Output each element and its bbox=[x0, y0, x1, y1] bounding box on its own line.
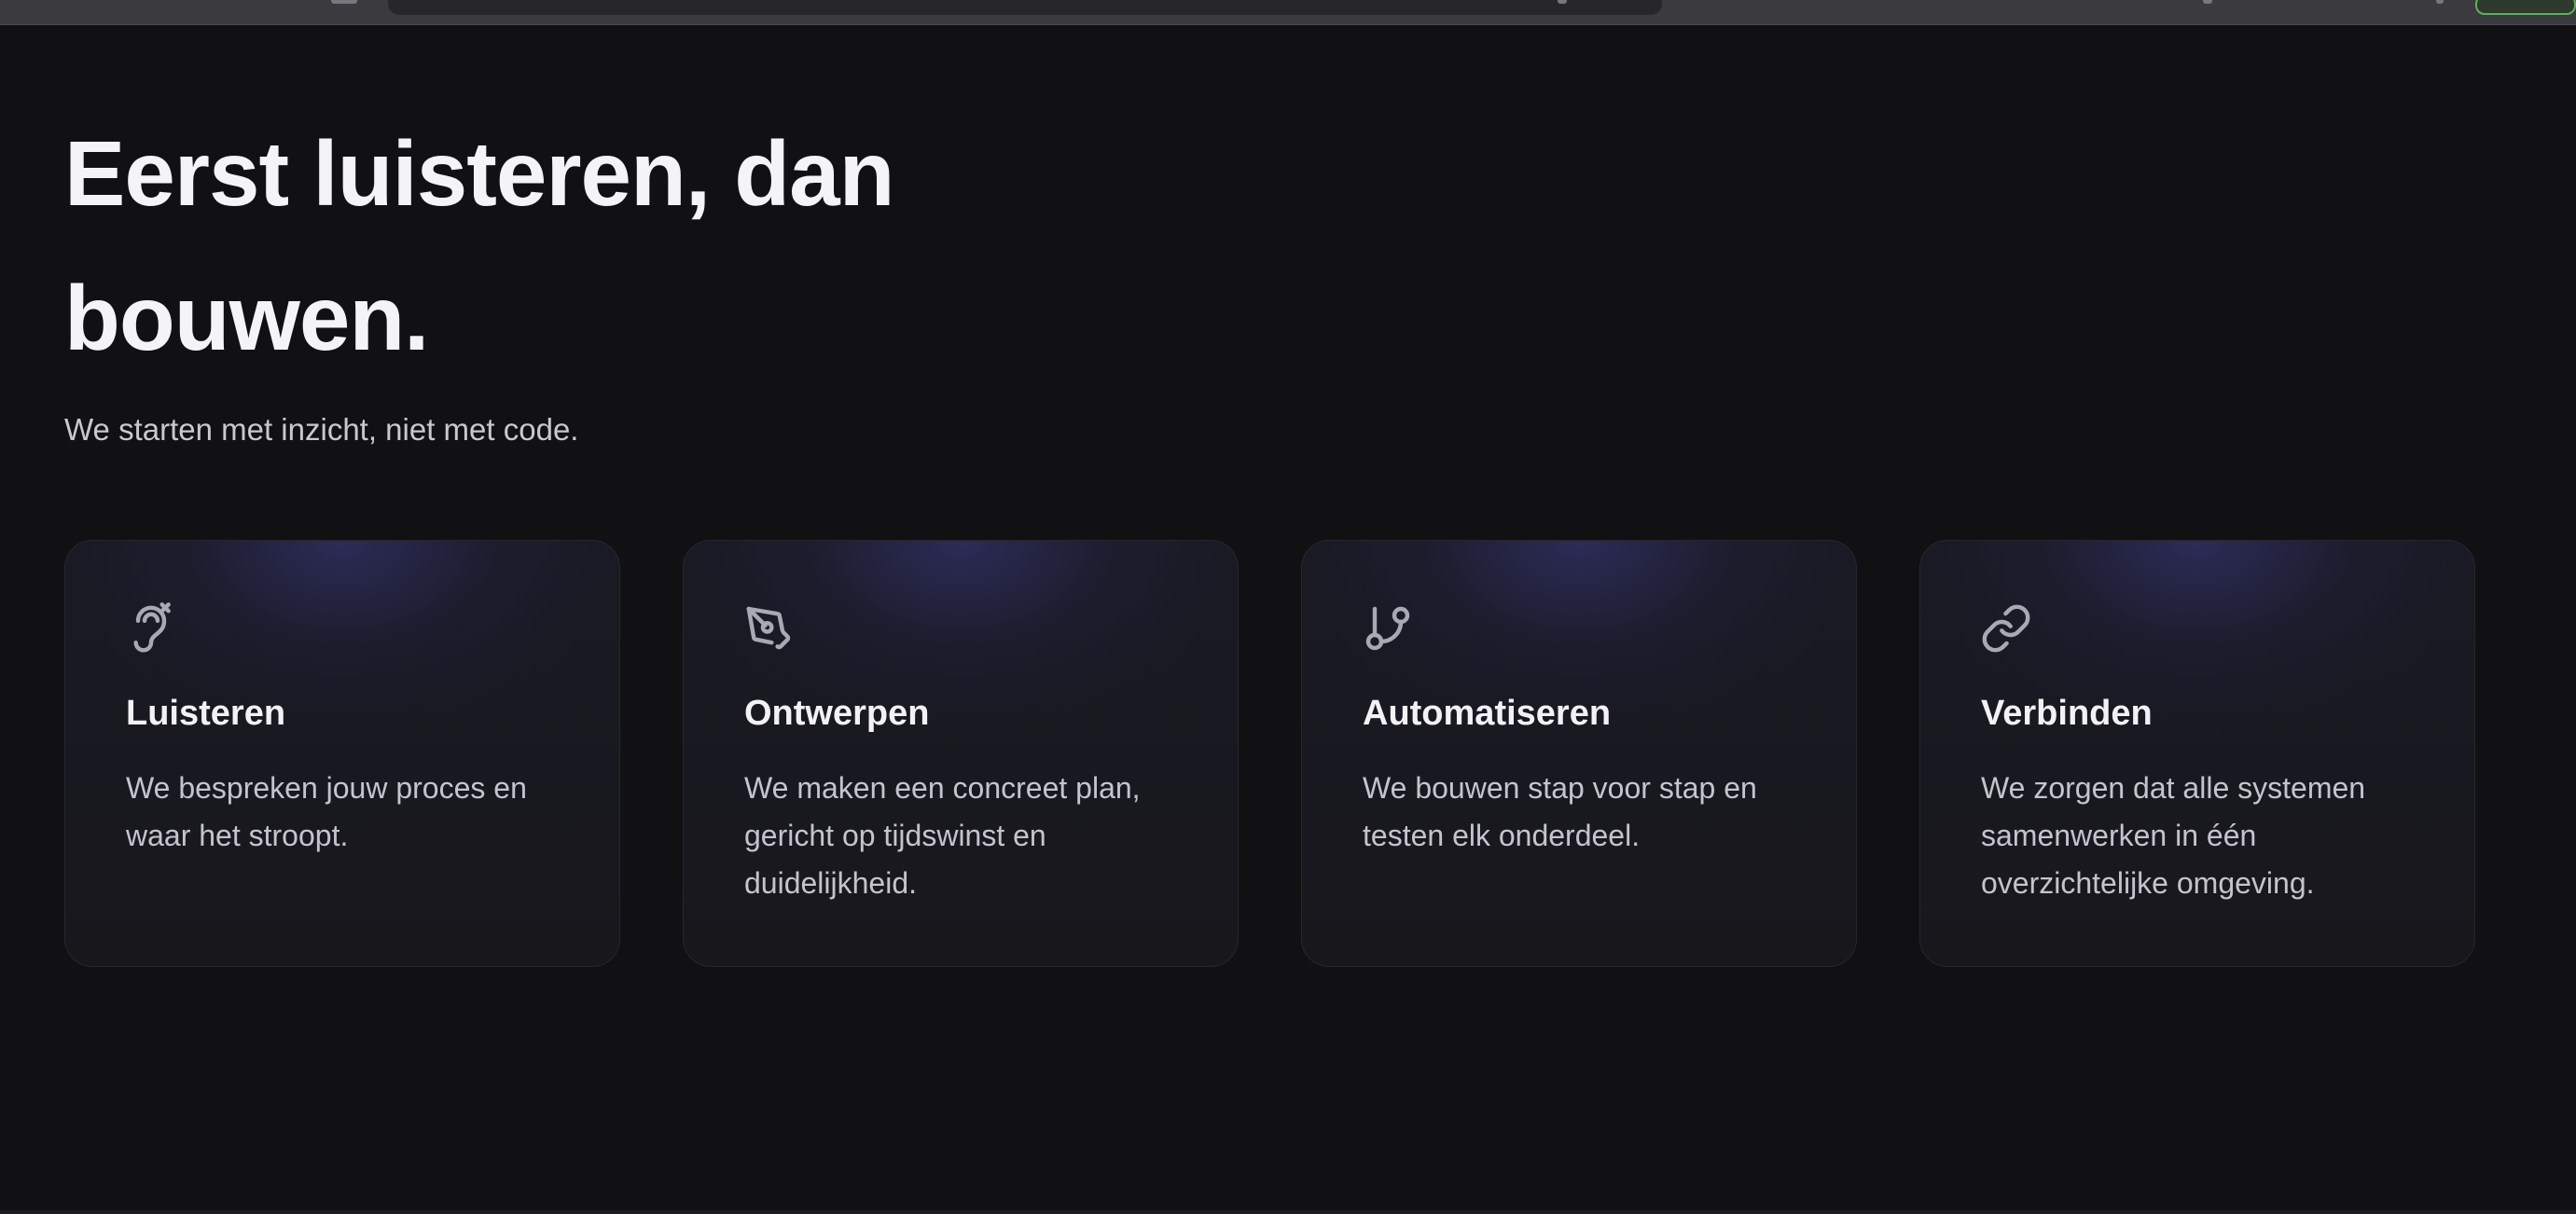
link-icon bbox=[1980, 602, 2032, 655]
pen-tool-icon bbox=[743, 602, 796, 655]
card-verbinden: Verbinden We zorgen dat alle systemen sa… bbox=[1919, 540, 2475, 967]
card-description: We bespreken jouw proces en waar het str… bbox=[126, 771, 527, 852]
browser-toolbar bbox=[0, 0, 2576, 25]
card-automatiseren: Automatiseren We bouwen stap voor stap e… bbox=[1301, 540, 1857, 967]
page-divider bbox=[0, 1210, 2576, 1214]
card-description: We bouwen stap voor stap en testen elk o… bbox=[1363, 771, 1757, 852]
card-description: We zorgen dat alle systemen samenwerken … bbox=[1981, 771, 2366, 900]
card-title: Ontwerpen bbox=[744, 694, 930, 733]
address-bar-action[interactable] bbox=[1558, 0, 1567, 4]
toolbar-pill-button[interactable] bbox=[2475, 0, 2576, 15]
card-title: Automatiseren bbox=[1363, 694, 1612, 733]
toolbar-control[interactable] bbox=[2203, 0, 2212, 4]
page-subtitle: We starten met inzicht, niet met code. bbox=[64, 412, 579, 447]
page-content: Eerst luisteren, dan bouwen. We starten … bbox=[0, 25, 2576, 1214]
process-cards: Luisteren We bespreken jouw proces en wa… bbox=[64, 540, 2476, 969]
page-title: Eerst luisteren, dan bouwen. bbox=[64, 122, 895, 369]
card-description: We maken een concreet plan, gericht op t… bbox=[744, 771, 1141, 900]
card-luisteren: Luisteren We bespreken jouw proces en wa… bbox=[64, 540, 620, 967]
card-title: Luisteren bbox=[126, 694, 286, 733]
address-bar[interactable] bbox=[388, 0, 1662, 15]
ear-icon bbox=[125, 602, 177, 655]
card-ontwerpen: Ontwerpen We maken een concreet plan, ge… bbox=[683, 540, 1239, 967]
card-title: Verbinden bbox=[1981, 694, 2153, 733]
git-branch-icon bbox=[1362, 602, 1414, 655]
toolbar-control[interactable] bbox=[331, 0, 357, 4]
toolbar-control[interactable] bbox=[2436, 0, 2444, 4]
